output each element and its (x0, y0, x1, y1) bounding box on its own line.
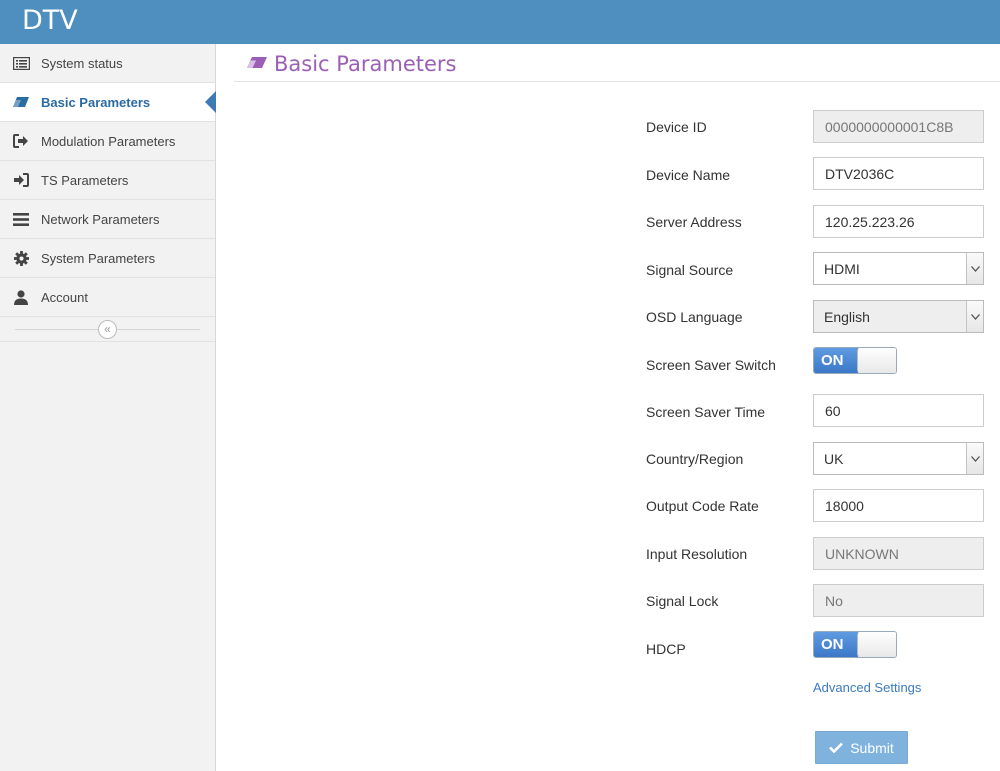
sidebar-item-basic-parameters[interactable]: Basic Parameters (0, 83, 216, 122)
device-name-field[interactable] (813, 157, 984, 190)
output-code-rate-field[interactable] (813, 489, 984, 522)
toggle-state-label: ON (814, 348, 858, 373)
device-id-field[interactable] (813, 110, 984, 143)
toggle-state-label: ON (814, 632, 858, 657)
hdcp-toggle[interactable]: ON (813, 631, 897, 658)
chevron-down-icon (966, 301, 983, 332)
sign-in-icon (12, 172, 30, 188)
chevron-down-icon (966, 253, 983, 284)
country-region-value: UK (824, 451, 844, 467)
osd-language-value: English (824, 309, 870, 325)
eraser-icon (12, 94, 30, 110)
collapse-sidebar-button[interactable]: « (98, 320, 117, 339)
screen-saver-time-field[interactable] (813, 394, 984, 427)
advanced-settings-link[interactable]: Advanced Settings (813, 680, 921, 695)
user-icon (12, 289, 30, 305)
sidebar-item-label: Network Parameters (41, 211, 160, 227)
screen-saver-switch-label: Screen Saver Switch (646, 357, 776, 373)
sidebar: System status Basic Parameters Modulatio… (0, 44, 216, 771)
sidebar-item-account[interactable]: Account (0, 278, 215, 317)
signal-source-select[interactable]: HDMI (813, 252, 984, 285)
sidebar-item-modulation-parameters[interactable]: Modulation Parameters (0, 122, 215, 161)
osd-language-select[interactable]: English (813, 300, 984, 333)
osd-language-label: OSD Language (646, 309, 743, 325)
submit-button[interactable]: Submit (815, 731, 908, 764)
signal-lock-label: Signal Lock (646, 593, 719, 609)
sidebar-item-label: Basic Parameters (41, 94, 151, 110)
page-header: Basic Parameters (234, 44, 1000, 82)
screen-saver-toggle[interactable]: ON (813, 347, 897, 374)
device-id-label: Device ID (646, 119, 707, 135)
server-address-label: Server Address (646, 214, 742, 230)
gear-icon (12, 250, 30, 266)
check-icon (829, 742, 844, 753)
submit-label: Submit (850, 739, 894, 756)
country-region-label: Country/Region (646, 451, 744, 467)
bars-icon (12, 211, 30, 227)
sidebar-collapse-row: « (0, 317, 215, 342)
input-resolution-field (813, 537, 984, 570)
sidebar-item-system-status[interactable]: System status (0, 44, 215, 83)
sign-out-icon (12, 133, 30, 149)
input-resolution-label: Input Resolution (646, 546, 748, 562)
hdcp-label: HDCP (646, 641, 686, 657)
signal-lock-field (813, 584, 984, 617)
sidebar-item-network-parameters[interactable]: Network Parameters (0, 200, 215, 239)
signal-source-label: Signal Source (646, 262, 734, 278)
output-code-rate-label: Output Code Rate (646, 498, 759, 514)
toggle-knob (857, 348, 896, 373)
top-bar: DTV (0, 0, 1000, 44)
page-title: Basic Parameters (274, 52, 457, 76)
sidebar-item-label: System Parameters (41, 250, 156, 266)
sidebar-item-ts-parameters[interactable]: TS Parameters (0, 161, 215, 200)
chevron-down-icon (966, 443, 983, 474)
screen-saver-time-label: Screen Saver Time (646, 404, 766, 420)
country-region-select[interactable]: UK (813, 442, 984, 475)
server-address-field[interactable] (813, 205, 984, 238)
sidebar-item-label: System status (41, 55, 123, 71)
sidebar-item-label: Modulation Parameters (41, 133, 176, 149)
signal-source-value: HDMI (824, 261, 860, 277)
sidebar-item-label: TS Parameters (41, 172, 129, 188)
sidebar-item-system-parameters[interactable]: System Parameters (0, 239, 215, 278)
sidebar-item-label: Account (41, 289, 88, 305)
app-title: DTV (22, 5, 78, 36)
device-name-label: Device Name (646, 167, 731, 183)
list-icon (12, 55, 30, 71)
eraser-icon (246, 56, 268, 74)
toggle-knob (857, 632, 896, 657)
